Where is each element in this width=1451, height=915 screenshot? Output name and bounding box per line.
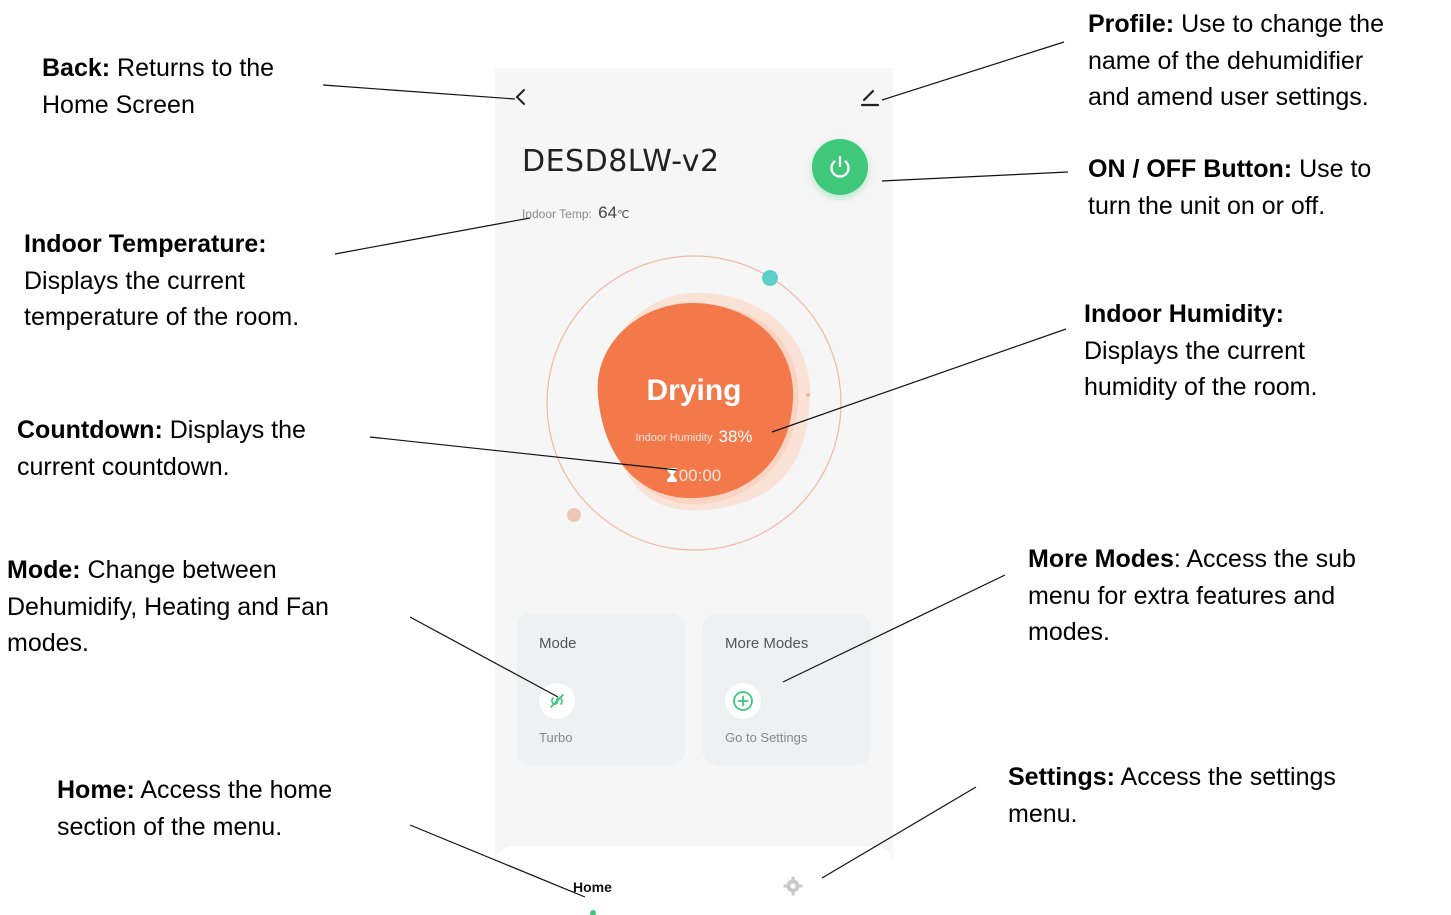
callout-countdown-title: Countdown:	[17, 416, 163, 444]
callout-countdown-text2: current countdown.	[17, 452, 230, 481]
callout-back-text2: Home Screen	[42, 90, 195, 119]
more-modes-card-label: More Modes	[725, 635, 809, 652]
power-button[interactable]	[812, 139, 868, 195]
callout-more-modes-text3: modes.	[1028, 618, 1110, 646]
callout-home-text2: section of the menu.	[57, 812, 283, 841]
indoor-temp-value: 64	[598, 203, 618, 222]
callout-humidity-text2: humidity of the room.	[1084, 373, 1318, 401]
callout-mode-text2: Dehumidify, Heating and Fan	[7, 592, 329, 621]
callout-settings-title: Settings:	[1008, 763, 1115, 791]
callout-more-modes: More Modes: Access the sub menu for extr…	[1028, 541, 1356, 651]
callout-more-modes-title: More Modes	[1028, 545, 1174, 573]
indoor-humidity: Indoor Humidity 38%	[495, 427, 893, 447]
home-indicator	[590, 910, 596, 915]
callout-home-text1: Access the home	[134, 776, 333, 804]
more-modes-card[interactable]: More Modes Go to Settings	[703, 613, 871, 765]
plus-circle-icon	[725, 683, 761, 719]
humidity-dial: Drying Indoor Humidity 38% 00:00	[495, 248, 893, 568]
callout-mode-text1: Change between	[80, 556, 277, 584]
peach-dot	[567, 508, 581, 522]
nav-home-tab[interactable]: Home	[573, 879, 612, 895]
callout-power: ON / OFF Button: Use to turn the unit on…	[1088, 151, 1371, 224]
callout-humidity-title: Indoor Humidity:	[1084, 300, 1284, 328]
countdown: 00:00	[495, 466, 893, 486]
mode-card-sub: Turbo	[539, 730, 573, 745]
indoor-temp: Indoor Temp: 64℃	[522, 203, 629, 223]
callout-profile-text1: Use to change the	[1174, 10, 1384, 38]
hourglass-icon	[666, 468, 677, 482]
callout-mode-title: Mode:	[7, 556, 81, 584]
callout-temperature-title: Indoor Temperature:	[24, 230, 267, 258]
callout-countdown-text1: Displays the	[162, 416, 306, 444]
bottom-nav: Home	[495, 846, 893, 915]
turbo-icon	[539, 683, 575, 719]
callout-back: Back: Returns to the Home Screen	[42, 50, 274, 123]
gear-icon[interactable]	[783, 876, 803, 896]
callout-mode-text3: modes.	[7, 629, 89, 657]
callout-temperature: Indoor Temperature: Displays the current…	[24, 226, 299, 336]
teal-dot	[762, 270, 778, 286]
more-modes-card-sub: Go to Settings	[725, 730, 808, 745]
callout-more-modes-text2: menu for extra features and	[1028, 581, 1336, 610]
device-name: DESD8LW-v2	[522, 144, 720, 179]
indoor-temp-label: Indoor Temp:	[522, 207, 592, 221]
callout-mode: Mode: Change between Dehumidify, Heating…	[7, 552, 329, 662]
back-icon[interactable]	[509, 86, 531, 108]
callout-profile: Profile: Use to change the name of the d…	[1088, 6, 1384, 116]
callout-humidity: Indoor Humidity: Displays the current hu…	[1084, 296, 1317, 406]
callout-settings-text1: Access the settings	[1114, 763, 1336, 791]
callout-back-title: Back:	[42, 54, 111, 82]
callout-countdown: Countdown: Displays the current countdow…	[17, 412, 306, 485]
callout-humidity-text1: Displays the current	[1084, 336, 1305, 365]
mode-card-label: Mode	[539, 635, 577, 652]
callout-settings: Settings: Access the settings menu.	[1008, 759, 1336, 832]
dial-graphic	[546, 255, 842, 551]
callout-power-text1: Use to	[1292, 155, 1372, 183]
indoor-temp-unit: ℃	[617, 209, 630, 221]
callout-profile-text2: name of the dehumidifier	[1088, 46, 1364, 75]
humidity-value: 38%	[718, 427, 753, 446]
callout-home-title: Home:	[57, 776, 135, 804]
humidity-label: Indoor Humidity	[635, 432, 713, 444]
callout-temperature-text2: temperature of the room.	[24, 303, 300, 331]
callout-back-text1: Returns to the	[110, 54, 275, 82]
countdown-value: 00:00	[678, 466, 722, 485]
status-title: Drying	[646, 374, 742, 407]
mode-card[interactable]: Mode Turbo	[517, 613, 685, 765]
callout-temperature-text1: Displays the current	[24, 266, 245, 295]
callout-profile-title: Profile:	[1088, 10, 1175, 38]
callout-home: Home: Access the home section of the men…	[57, 772, 332, 845]
callout-power-text2: turn the unit on or off.	[1088, 191, 1326, 220]
power-icon	[830, 155, 850, 178]
callout-power-title: ON / OFF Button:	[1088, 155, 1293, 183]
callout-settings-text2: menu.	[1008, 799, 1078, 828]
edit-profile-icon[interactable]	[859, 85, 881, 107]
phone-screen: DESD8LW-v2 Indoor Temp: 64℃ Drying Indoo…	[495, 68, 893, 915]
callout-more-modes-text1: : Access the sub	[1173, 545, 1356, 573]
callout-profile-text3: and amend user settings.	[1088, 83, 1369, 111]
